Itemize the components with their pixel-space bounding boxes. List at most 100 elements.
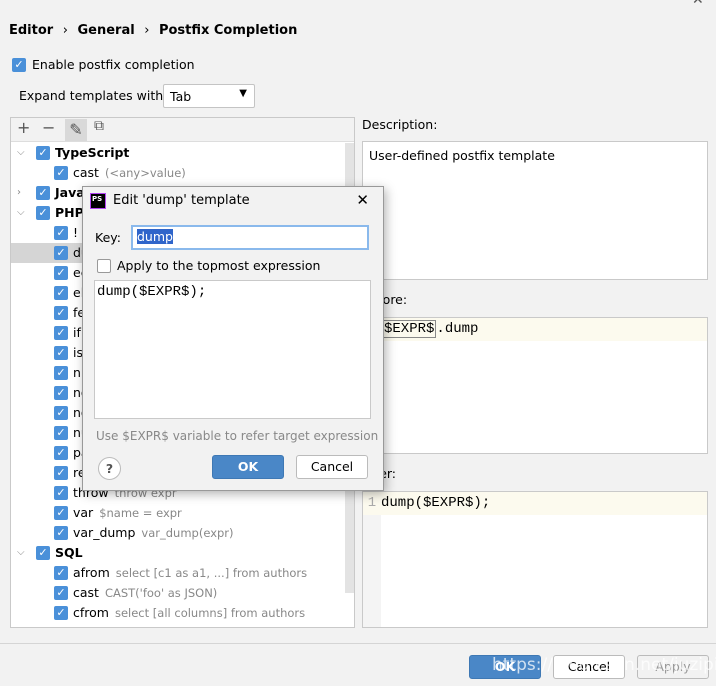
tree-group[interactable]: ⌵ ✓ TypeScript — [11, 143, 345, 163]
tree-item[interactable]: ✓ var $name = expr — [11, 503, 345, 523]
enable-postfix-label: Enable postfix completion — [32, 57, 195, 72]
item-checkbox[interactable]: ✓ — [54, 386, 68, 400]
item-label: afrom — [73, 565, 110, 580]
chevron-down-icon: ▼ — [239, 88, 247, 99]
breadcrumb-postfix: Postfix Completion — [158, 23, 298, 38]
footer-divider — [0, 643, 716, 644]
item-checkbox[interactable]: ✓ — [54, 446, 68, 460]
topmost-checkbox[interactable] — [97, 259, 111, 273]
ok-button[interactable]: OK — [469, 655, 541, 679]
key-value: dump — [137, 229, 173, 244]
item-checkbox[interactable]: ✓ — [54, 486, 68, 500]
item-label: cfrom — [73, 605, 109, 620]
tree-group[interactable]: ⌵ ✓ SQL — [11, 543, 345, 563]
breadcrumb-general[interactable]: General — [77, 23, 134, 38]
group-label: Java — [55, 185, 85, 200]
remove-icon[interactable]: − — [42, 118, 55, 137]
tree-item[interactable]: ✓ cast (<any>value) — [11, 163, 345, 183]
item-hint: CAST('foo' as JSON) — [104, 586, 218, 600]
chevron-down-icon[interactable]: ⌵ — [17, 203, 25, 223]
item-label: var_dump — [73, 525, 136, 540]
item-hint: (<any>value) — [104, 166, 186, 180]
dialog-cancel-button[interactable]: Cancel — [296, 455, 368, 479]
expand-dropdown[interactable]: Tab ▼ — [163, 84, 255, 108]
item-checkbox[interactable]: ✓ — [54, 246, 68, 260]
apply-button[interactable]: Apply — [637, 655, 709, 679]
chevron-right-icon[interactable]: › — [17, 183, 21, 203]
group-label: TypeScript — [55, 145, 130, 160]
item-checkbox[interactable]: ✓ — [54, 586, 68, 600]
item-checkbox[interactable]: ✓ — [54, 566, 68, 580]
dialog-hint: Use $EXPR$ variable to refer target expr… — [96, 429, 379, 443]
item-label: ! — [73, 225, 79, 240]
item-label: if — [73, 325, 81, 340]
item-checkbox[interactable]: ✓ — [54, 326, 68, 340]
group-label: SQL — [55, 545, 83, 560]
tree-item[interactable]: ✓ cast CAST('foo' as JSON) — [11, 583, 345, 603]
item-checkbox[interactable]: ✓ — [54, 426, 68, 440]
item-hint: select [all columns] from authors — [114, 606, 306, 620]
cancel-button[interactable]: Cancel — [553, 655, 625, 679]
breadcrumb: Editor › General › Postfix Completion — [9, 23, 298, 38]
group-checkbox[interactable]: ✓ — [36, 206, 50, 220]
help-button[interactable]: ? — [98, 457, 121, 480]
item-checkbox[interactable]: ✓ — [54, 466, 68, 480]
item-label: cast — [73, 585, 99, 600]
item-checkbox[interactable]: ✓ — [54, 266, 68, 280]
item-text: var $name = expr — [73, 503, 182, 523]
description-box: User-defined postfix template — [362, 141, 708, 280]
enable-postfix-checkbox[interactable]: ✓ — [12, 58, 26, 72]
tree-item[interactable]: ✓ cfrom select [all columns] from authors — [11, 603, 345, 623]
window-close-icon[interactable]: ✕ — [692, 0, 704, 8]
copy-icon[interactable]: ⧉ — [94, 118, 104, 134]
tree-toolbar: + − ✎ ⧉ — [11, 118, 354, 142]
edit-icon[interactable]: ✎ — [65, 119, 87, 141]
item-checkbox[interactable]: ✓ — [54, 506, 68, 520]
group-checkbox[interactable]: ✓ — [36, 546, 50, 560]
item-hint: var_dump(expr) — [141, 526, 234, 540]
chevron-down-icon[interactable]: ⌵ — [17, 143, 25, 163]
group-label: PHP — [55, 205, 84, 220]
template-editor[interactable]: dump($EXPR$); — [94, 280, 371, 419]
key-input[interactable]: dump — [131, 225, 369, 250]
chevron-down-icon[interactable]: ⌵ — [17, 543, 25, 563]
item-checkbox[interactable]: ✓ — [54, 606, 68, 620]
breadcrumb-editor[interactable]: Editor — [9, 23, 53, 38]
item-label: cast — [73, 165, 99, 180]
item-checkbox[interactable]: ✓ — [54, 406, 68, 420]
item-checkbox[interactable]: ✓ — [54, 286, 68, 300]
dialog-ok-button[interactable]: OK — [212, 455, 284, 479]
before-expr: $EXPR$ — [382, 320, 437, 338]
before-preview: $EXPR$ .dump — [362, 317, 708, 454]
item-text: afrom select [c1 as a1, ...] from authors — [73, 563, 307, 583]
dialog-close-icon[interactable]: ✕ — [356, 191, 369, 209]
item-text: cast CAST('foo' as JSON) — [73, 583, 217, 603]
after-code: dump($EXPR$); — [381, 495, 491, 511]
item-checkbox[interactable]: ✓ — [54, 346, 68, 360]
item-hint: select [c1 as a1, ...] from authors — [115, 566, 308, 580]
item-checkbox[interactable]: ✓ — [54, 526, 68, 540]
topmost-label: Apply to the topmost expression — [117, 258, 321, 273]
group-checkbox[interactable]: ✓ — [36, 186, 50, 200]
tree-item[interactable]: ✓ afrom select [c1 as a1, ...] from author… — [11, 563, 345, 583]
after-preview: 1 dump($EXPR$); — [362, 491, 708, 628]
edit-template-dialog: PS Edit 'dump' template ✕ Key: dump Appl… — [82, 186, 384, 491]
item-text: var_dump var_dump(expr) — [73, 523, 234, 543]
tree-item[interactable]: ✓ var_dump var_dump(expr) — [11, 523, 345, 543]
item-text: cast (<any>value) — [73, 163, 186, 183]
template-text: dump($EXPR$); — [97, 284, 207, 300]
item-checkbox[interactable]: ✓ — [54, 306, 68, 320]
description-text: User-defined postfix template — [369, 148, 555, 163]
item-checkbox[interactable]: ✓ — [54, 166, 68, 180]
add-icon[interactable]: + — [17, 118, 30, 137]
key-label: Key: — [95, 230, 121, 245]
item-checkbox[interactable]: ✓ — [54, 226, 68, 240]
item-hint: $name = expr — [99, 506, 182, 520]
ps-logo-icon: PS — [90, 193, 106, 209]
expand-value: Tab — [170, 89, 192, 104]
before-rest: .dump — [436, 321, 479, 337]
item-label: var — [73, 505, 94, 520]
group-checkbox[interactable]: ✓ — [36, 146, 50, 160]
item-text: cfrom select [all columns] from authors — [73, 603, 305, 623]
item-checkbox[interactable]: ✓ — [54, 366, 68, 380]
